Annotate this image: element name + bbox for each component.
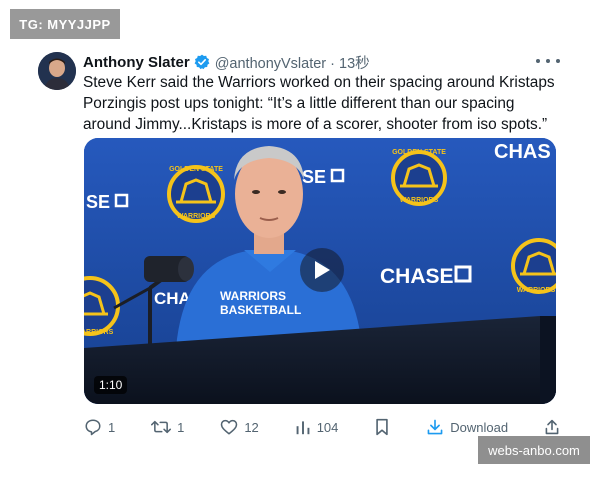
views-icon — [296, 421, 310, 435]
reply-icon — [85, 419, 101, 436]
svg-text:WARRIORS: WARRIORS — [177, 213, 216, 220]
like-button[interactable]: 12 — [220, 418, 259, 436]
play-button[interactable] — [300, 248, 344, 292]
like-count: 12 — [244, 419, 259, 435]
reply-count: 1 — [108, 419, 116, 435]
svg-text:GOLDEN STATE: GOLDEN STATE — [169, 166, 223, 173]
verified-badge-icon — [194, 54, 210, 70]
video-player[interactable]: GOLDEN STATE WARRIORS GOLDEN STATE WARRI… — [84, 138, 556, 404]
action-bar: 1 1 12 104 Download — [84, 416, 560, 438]
views-count: 104 — [316, 419, 339, 435]
more-icon[interactable] — [536, 54, 560, 68]
download-icon — [427, 419, 443, 435]
svg-text:WARRIORS: WARRIORS — [517, 287, 556, 294]
sponsor-text: CHASE — [380, 265, 454, 288]
sponsor-text: SE — [302, 167, 326, 187]
author-avatar[interactable] — [38, 52, 76, 90]
repost-icon — [151, 420, 172, 434]
share-button[interactable] — [544, 418, 560, 436]
bookmark-icon — [376, 418, 389, 436]
like-icon — [221, 419, 238, 435]
download-button[interactable]: Download — [426, 418, 508, 436]
svg-text:WARRIORS: WARRIORS — [84, 329, 114, 336]
author-name[interactable]: Anthony Slater — [83, 54, 190, 71]
tweet-header: Anthony Slater @anthonyVslater · 13秒 — [83, 52, 560, 72]
warriors-logo: GOLDEN STATE WARRIORS — [167, 165, 225, 223]
warriors-logo: WARRIORS — [511, 238, 556, 294]
watermark-top: TG: MYYJJPP — [10, 9, 120, 39]
reply-button[interactable]: 1 — [84, 418, 115, 436]
repost-count: 1 — [177, 419, 185, 435]
play-icon — [315, 261, 330, 279]
share-icon — [545, 419, 559, 435]
download-label: Download — [450, 419, 509, 435]
sponsor-text: CHAS — [494, 141, 551, 163]
repost-button[interactable]: 1 — [151, 418, 184, 436]
video-duration: 1:10 — [94, 376, 128, 394]
tweet-text: Steve Kerr said the Warriors worked on t… — [83, 74, 555, 133]
author-handle-time[interactable]: @anthonyVslater · 13秒 — [215, 52, 370, 73]
views-button[interactable]: 104 — [295, 419, 339, 435]
watermark-bottom: webs-anbo.com — [478, 436, 590, 464]
svg-text:WARRIORS: WARRIORS — [220, 289, 286, 303]
svg-text:BASKETBALL: BASKETBALL — [220, 303, 301, 317]
sponsor-text: SE — [86, 192, 110, 212]
bookmark-button[interactable] — [374, 418, 390, 436]
avatar-image — [38, 52, 76, 90]
svg-text:WARRIORS: WARRIORS — [400, 197, 439, 204]
svg-text:GOLDEN STATE: GOLDEN STATE — [392, 149, 446, 156]
